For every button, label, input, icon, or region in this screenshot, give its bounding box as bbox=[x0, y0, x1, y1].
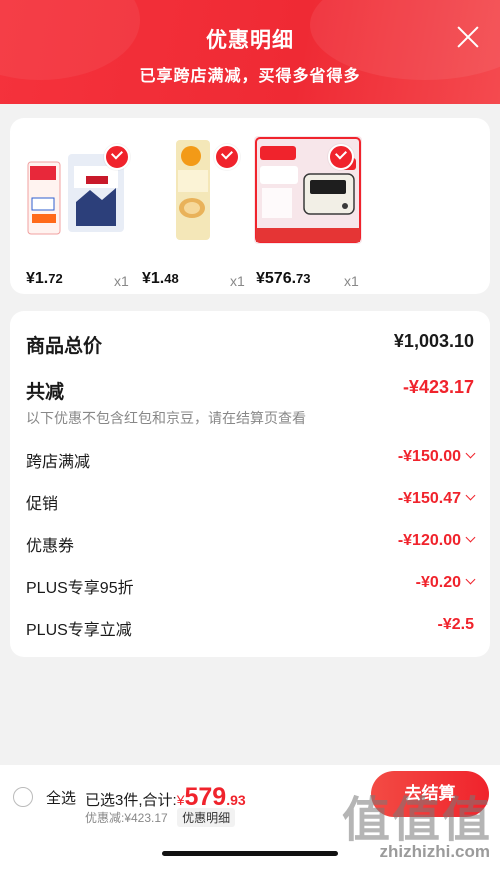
product-price: ¥576.73 bbox=[256, 270, 311, 287]
discount-row: PLUS专享立减 -¥2.5 bbox=[26, 616, 474, 640]
discount-label: PLUS专享立减 bbox=[26, 622, 132, 639]
total-row: 商品总价 ¥1,003.10 bbox=[26, 331, 474, 357]
total-amount: 579 bbox=[184, 783, 227, 811]
discount-value: -¥0.20 bbox=[416, 574, 476, 592]
reduce-row: 共减 -¥423.17 bbox=[26, 377, 474, 403]
page-subtitle: 已享跨店满减，买得多省得多 bbox=[139, 68, 361, 85]
discount-label: PLUS专享95折 bbox=[26, 580, 134, 597]
selected-count-label: 已选3件,合计: bbox=[85, 792, 177, 809]
discount-value: -¥2.5 bbox=[437, 616, 474, 633]
watermark: 值值值 bbox=[341, 794, 492, 847]
discount-label: 跨店满减 bbox=[26, 454, 91, 471]
chevron-down-icon bbox=[465, 490, 476, 501]
discount-row[interactable]: 跨店满减 -¥150.00 bbox=[26, 448, 476, 472]
selected-check-icon[interactable] bbox=[214, 144, 240, 170]
select-all-checkbox[interactable] bbox=[13, 787, 33, 807]
discount-summary-text: 优惠减:¥423.17 bbox=[85, 811, 168, 825]
discount-value: -¥150.00 bbox=[398, 448, 476, 466]
discount-row[interactable]: 促销 -¥150.47 bbox=[26, 490, 476, 514]
selected-check-icon[interactable] bbox=[328, 144, 354, 170]
reduce-label: 共减 bbox=[26, 382, 65, 403]
discount-detail-tag[interactable]: 优惠明细 bbox=[177, 808, 236, 827]
watermark-site: zhizhizhi.com bbox=[379, 842, 491, 861]
chevron-down-icon bbox=[465, 532, 476, 543]
product-list: ¥1.72 x1 ¥1.48 x1 ¥576.73 x1 bbox=[10, 118, 490, 294]
selected-check-icon[interactable] bbox=[104, 144, 130, 170]
discount-row[interactable]: PLUS专享95折 -¥0.20 bbox=[26, 574, 476, 598]
total-value: ¥1,003.10 bbox=[393, 331, 474, 351]
discount-label: 促销 bbox=[26, 496, 59, 513]
product-price: ¥1.72 bbox=[26, 270, 63, 287]
discount-value: -¥150.47 bbox=[398, 490, 476, 508]
discount-summary: 优惠减:¥423.17 优惠明细 bbox=[85, 808, 236, 827]
discount-row[interactable]: 优惠券 -¥120.00 bbox=[26, 532, 476, 556]
discount-value: -¥120.00 bbox=[398, 532, 476, 550]
reduce-note-row: 以下优惠不包含红包和京豆，请在结算页查看 bbox=[26, 408, 474, 428]
page-title: 优惠明细 bbox=[206, 29, 294, 52]
reduce-value: -¥423.17 bbox=[402, 377, 474, 397]
chevron-down-icon bbox=[465, 448, 476, 459]
reduce-note: 以下优惠不包含红包和京豆，请在结算页查看 bbox=[26, 410, 306, 426]
select-all-label[interactable]: 全选 bbox=[46, 787, 76, 808]
header: 优惠明细 已享跨店满减，买得多省得多 bbox=[0, 0, 500, 104]
total-decimal: .93 bbox=[226, 792, 246, 808]
discount-label: 优惠券 bbox=[26, 538, 75, 555]
discount-detail: 商品总价 ¥1,003.10 共减 -¥423.17 以下优惠不包含红包和京豆，… bbox=[10, 311, 490, 657]
product-quantity: x1 bbox=[114, 273, 129, 289]
product-price: ¥1.48 bbox=[142, 270, 179, 287]
home-indicator[interactable] bbox=[162, 851, 338, 856]
chevron-down-icon bbox=[465, 574, 476, 585]
close-icon[interactable] bbox=[456, 25, 480, 49]
total-label: 商品总价 bbox=[26, 336, 103, 357]
product-quantity: x1 bbox=[344, 273, 359, 289]
product-quantity: x1 bbox=[230, 273, 245, 289]
